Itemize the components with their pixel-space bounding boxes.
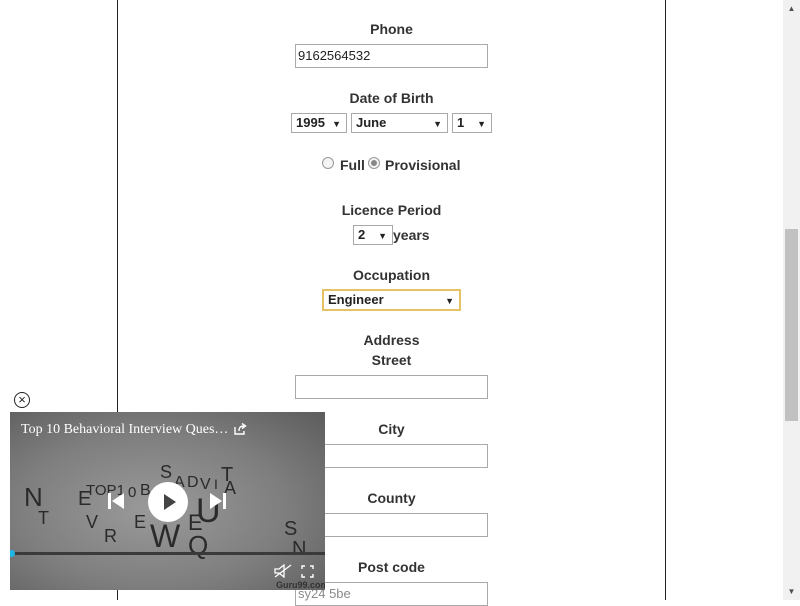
dropdown-arrow-icon: ▼ — [332, 119, 341, 129]
video-art-letter: I — [214, 476, 218, 492]
occupation-label: Occupation — [352, 267, 430, 283]
dropdown-arrow-icon: ▼ — [477, 119, 486, 129]
dropdown-arrow-icon: ▼ — [378, 231, 387, 241]
share-icon[interactable] — [233, 422, 247, 436]
play-button[interactable] — [148, 482, 188, 522]
video-art-letter: R — [104, 526, 117, 546]
licence-period-unit: years — [393, 227, 430, 243]
dob-month-select[interactable]: June ▼ — [351, 113, 448, 133]
scroll-thumb[interactable] — [785, 229, 798, 421]
video-art-letter: T — [38, 508, 49, 528]
video-close-icon[interactable]: × — [14, 392, 30, 408]
dob-month-value: June — [356, 115, 387, 130]
vertical-scrollbar[interactable]: ▲ ▼ — [783, 0, 800, 600]
next-track-icon[interactable] — [210, 492, 226, 510]
fullscreen-icon[interactable] — [301, 565, 314, 578]
video-art-letter: 0 — [128, 484, 137, 501]
dropdown-arrow-icon: ▼ — [445, 296, 454, 306]
video-player[interactable]: N T E V R TOP1 0 B E S A D V I W E Q U T… — [10, 412, 325, 590]
video-art-letter: W — [150, 518, 181, 554]
video-art-letter: S — [160, 462, 173, 482]
video-art-letter: V — [86, 512, 99, 532]
scroll-down-arrow-icon[interactable]: ▼ — [783, 583, 800, 600]
previous-track-icon[interactable] — [108, 492, 124, 510]
licence-provisional-label: Provisional — [385, 157, 461, 173]
dropdown-arrow-icon: ▼ — [433, 119, 442, 129]
licence-full-label: Full — [340, 157, 365, 173]
address-label: Address — [363, 332, 420, 348]
date-of-birth-label: Date of Birth — [349, 90, 434, 106]
video-art-letter: N — [292, 538, 307, 560]
dob-year-value: 1995 — [296, 115, 325, 130]
phone-label: Phone — [370, 21, 413, 37]
video-art-letter: E — [134, 512, 147, 532]
scroll-up-arrow-icon[interactable]: ▲ — [783, 0, 800, 17]
dob-day-select[interactable]: 1 ▼ — [452, 113, 492, 133]
dob-day-value: 1 — [457, 115, 465, 130]
phone-input[interactable]: 9162564532 — [295, 44, 488, 68]
video-progress-bar[interactable] — [10, 552, 325, 555]
occupation-value: Engineer — [328, 292, 384, 307]
dob-year-select[interactable]: 1995 ▼ — [291, 113, 347, 133]
video-title[interactable]: Top 10 Behavioral Interview Ques… — [21, 422, 231, 438]
licence-period-label: Licence Period — [341, 202, 442, 218]
licence-period-select[interactable]: 2 ▼ — [353, 225, 393, 245]
video-art-letter: Q — [188, 530, 209, 560]
video-watermark: Guru99.com — [276, 580, 325, 590]
video-art-letter: D — [187, 474, 199, 491]
muted-speaker-icon[interactable] — [274, 564, 292, 578]
occupation-select[interactable]: Engineer ▼ — [323, 290, 460, 310]
licence-period-value: 2 — [358, 227, 366, 242]
street-label: Street — [371, 352, 412, 368]
street-input[interactable] — [295, 375, 488, 399]
page-border-right — [665, 0, 666, 600]
licence-provisional-radio[interactable] — [368, 157, 380, 169]
licence-full-radio[interactable] — [322, 157, 334, 169]
radio-checked-dot — [371, 160, 377, 166]
